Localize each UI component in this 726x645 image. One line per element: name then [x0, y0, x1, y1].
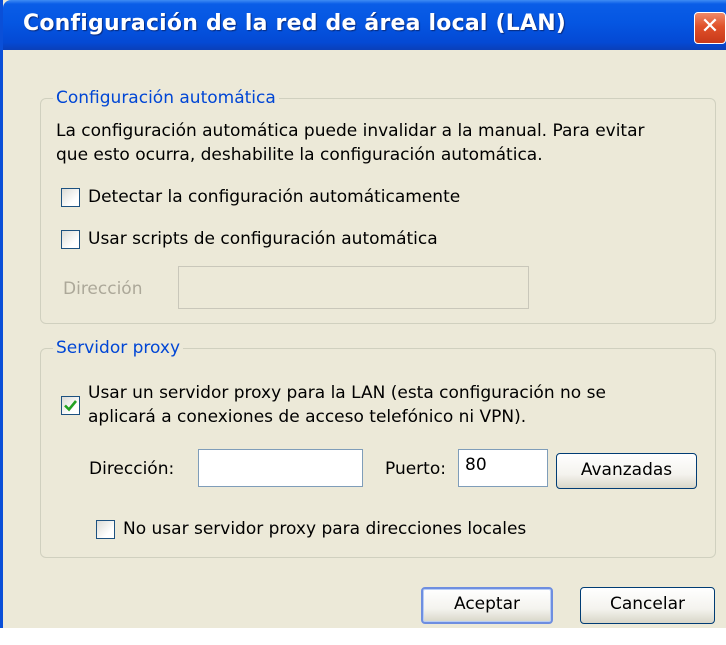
proxy-address-label: Dirección:	[89, 459, 175, 479]
script-address-field[interactable]	[178, 266, 529, 309]
detect-settings-label[interactable]: Detectar la configuración automáticament…	[88, 187, 460, 207]
bypass-local-label[interactable]: No usar servidor proxy para direcciones …	[123, 519, 526, 539]
close-button[interactable]: ✕	[694, 12, 726, 44]
proxy-server-legend: Servidor proxy	[56, 338, 181, 358]
auto-config-description-line1: La configuración automática puede invali…	[56, 121, 645, 141]
proxy-address-field[interactable]	[198, 449, 363, 487]
lan-settings-dialog: Configuración de la red de área local (L…	[0, 0, 726, 628]
proxy-port-label: Puerto:	[385, 459, 446, 479]
detect-settings-checkbox[interactable]	[61, 188, 80, 207]
auto-config-legend: Configuración automática	[56, 88, 276, 108]
proxy-port-field[interactable]: 80	[458, 449, 548, 487]
cancel-button[interactable]: Cancelar	[580, 587, 715, 624]
checkmark-icon	[64, 400, 78, 412]
advanced-button[interactable]: Avanzadas	[556, 453, 697, 489]
script-address-label: Dirección	[63, 279, 143, 299]
use-proxy-label-line1[interactable]: Usar un servidor proxy para la LAN (esta…	[88, 383, 606, 403]
bypass-local-checkbox[interactable]	[96, 520, 115, 539]
close-icon: ✕	[700, 14, 720, 39]
use-proxy-label-line2[interactable]: aplicará a conexiones de acceso telefóni…	[88, 407, 526, 427]
auto-config-script-checkbox[interactable]	[61, 230, 80, 249]
auto-config-script-label[interactable]: Usar scripts de configuración automática	[88, 229, 438, 249]
accept-button[interactable]: Aceptar	[421, 587, 553, 624]
window-title: Configuración de la red de área local (L…	[23, 11, 567, 36]
auto-config-description-line2: que esto ocurra, deshabilite la configur…	[56, 145, 543, 165]
use-proxy-checkbox[interactable]	[61, 396, 80, 415]
title-bar[interactable]: Configuración de la red de área local (L…	[3, 0, 726, 50]
